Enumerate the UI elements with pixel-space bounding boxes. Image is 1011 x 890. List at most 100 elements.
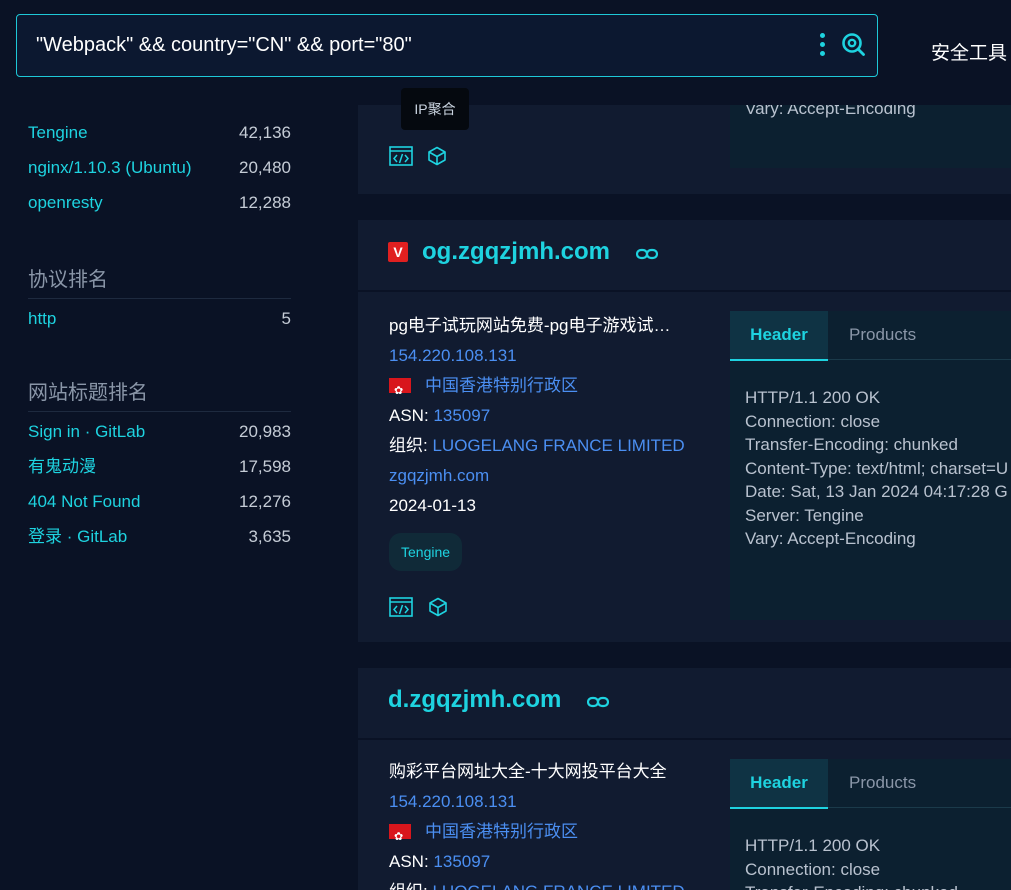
header-panel: Header Products HTTP/1.1 200 OK Connecti…	[730, 311, 1011, 620]
server-count: 42,136	[239, 123, 291, 142]
card-header: V og.zgqzjmh.com	[358, 220, 1011, 292]
header-line: Date: Sat, 13 Jan 2024 04:17:28 G	[745, 482, 1008, 501]
server-row[interactable]: nginx/1.10.3 (Ubuntu) 20,480	[28, 150, 291, 185]
org-link[interactable]: LUOGELANG FRANCE LIMITED	[432, 882, 684, 890]
server-label[interactable]: Tengine	[28, 115, 88, 150]
title-rank-title: 网站标题排名	[28, 375, 291, 412]
title-label[interactable]: 登录 · GitLab	[28, 519, 127, 554]
org-row: 组织: LUOGELANG FRANCE LIMITED	[389, 877, 685, 890]
title-row[interactable]: Sign in · GitLab 20,983	[28, 414, 291, 449]
server-count: 12,288	[239, 193, 291, 212]
region-link[interactable]: 中国香港特别行政区	[425, 822, 578, 841]
title-row[interactable]: 有鬼动漫 17,598	[28, 449, 291, 484]
title-row[interactable]: 登录 · GitLab 3,635	[28, 519, 291, 554]
result-card: V og.zgqzjmh.com pg电子试玩网站免费-pg电子游戏试… 154…	[358, 220, 1011, 642]
title-count: 17,598	[239, 457, 291, 476]
more-options-icon[interactable]	[817, 33, 827, 59]
cube-icon[interactable]	[427, 146, 447, 166]
nav-security-tools[interactable]: 安全工具	[931, 38, 1007, 65]
card-icons	[389, 591, 685, 617]
asn-label: ASN:	[389, 852, 429, 871]
org-row: 组织: LUOGELANG FRANCE LIMITED	[389, 431, 685, 461]
result-card: d.zgqzjmh.com 购彩平台网址大全-十大网投平台大全 154.220.…	[358, 668, 1011, 890]
tab-products[interactable]: Products	[849, 759, 916, 807]
asn-link[interactable]: 135097	[433, 852, 490, 871]
header-line: Server: Tengine	[745, 505, 864, 525]
http-header-text: HTTP/1.1 200 OK Connection: close Transf…	[730, 360, 1011, 551]
domain-link[interactable]: d.zgqzjmh.com	[388, 686, 561, 714]
server-label[interactable]: openresty	[28, 185, 103, 220]
search-query[interactable]: "Webpack" && country="CN" && port="80"	[36, 34, 412, 57]
top-bar: "Webpack" && country="CN" && port="80" 安…	[0, 0, 1011, 105]
link-icon[interactable]	[636, 247, 658, 261]
date: 2024-01-13	[389, 496, 476, 515]
sidebar: Tengine 42,136 nginx/1.10.3 (Ubuntu) 20,48…	[28, 96, 291, 554]
org-label: 组织:	[389, 882, 428, 890]
region-row: 中国香港特别行政区	[389, 817, 685, 847]
region-link[interactable]: 中国香港特别行政区	[425, 376, 578, 395]
title-count: 3,635	[248, 527, 291, 546]
title-row[interactable]: 404 Not Found 12,276	[28, 484, 291, 519]
org-link[interactable]: LUOGELANG FRANCE LIMITED	[432, 436, 684, 455]
header-panel: Vary: Accept-Encoding	[730, 100, 1011, 168]
card-info: 购彩平台网址大全-十大网投平台大全 154.220.108.131 中国香港特别…	[389, 757, 685, 890]
header-line: Connection: close	[745, 859, 881, 879]
link-icon[interactable]	[587, 695, 609, 709]
protocol-row[interactable]: http 5	[28, 301, 291, 336]
title-count: 12,276	[239, 492, 291, 511]
header-line: Transfer-Encoding: chunked	[745, 881, 1011, 890]
header-line: Vary: Accept-Encoding	[745, 529, 916, 548]
code-icon[interactable]	[389, 146, 413, 166]
domain-link[interactable]: og.zgqzjmh.com	[422, 238, 610, 266]
title-label[interactable]: 有鬼动漫	[28, 449, 96, 484]
code-icon[interactable]	[389, 596, 413, 617]
header-line: HTTP/1.1 200 OK	[745, 388, 881, 407]
region-row: 中国香港特别行政区	[389, 371, 685, 401]
hk-flag-icon	[389, 376, 411, 401]
http-header-text: HTTP/1.1 200 OK Connection: close Transf…	[730, 808, 1011, 890]
server-count: 20,480	[239, 158, 291, 177]
server-label[interactable]: nginx/1.10.3 (Ubuntu)	[28, 150, 192, 185]
tab-header[interactable]: Header	[730, 311, 828, 361]
header-line: Transfer-Encoding: chunked	[745, 435, 958, 454]
asn-label: ASN:	[389, 406, 429, 425]
protocol-label[interactable]: http	[28, 301, 56, 336]
asn-link[interactable]: 135097	[433, 406, 490, 425]
protocol-count: 5	[281, 309, 291, 328]
v-badge: V	[388, 242, 408, 262]
header-line: Content-Type: text/html; charset=U	[745, 458, 1009, 478]
panel-tabs: Header Products	[730, 311, 1011, 361]
ip-link[interactable]: 154.220.108.131	[389, 787, 685, 817]
site-title: pg电子试玩网站免费-pg电子游戏试…	[389, 316, 671, 335]
header-line: HTTP/1.1 200 OK	[745, 836, 881, 855]
search-icon[interactable]	[841, 32, 865, 56]
asn-row: ASN: 135097	[389, 847, 685, 877]
ip-aggregate-tooltip: IP聚合	[401, 88, 469, 130]
card-info: pg电子试玩网站免费-pg电子游戏试… 154.220.108.131 中国香港…	[389, 311, 685, 617]
card-icons	[389, 146, 457, 172]
hk-flag-icon	[389, 822, 411, 847]
tag-row: Tengine	[389, 521, 685, 571]
header-panel: Header Products HTTP/1.1 200 OK Connecti…	[730, 759, 1011, 890]
panel-tabs: Header Products	[730, 759, 1011, 809]
server-tag[interactable]: Tengine	[389, 533, 463, 571]
site-link[interactable]: zgqzjmh.com	[389, 461, 685, 491]
card-header: d.zgqzjmh.com	[358, 668, 1011, 740]
site-title: 购彩平台网址大全-十大网投平台大全	[389, 762, 667, 781]
ip-link[interactable]: 154.220.108.131	[389, 341, 685, 371]
server-row[interactable]: openresty 12,288	[28, 185, 291, 220]
org-label: 组织:	[389, 436, 428, 455]
tab-products[interactable]: Products	[849, 311, 916, 359]
title-label[interactable]: Sign in · GitLab	[28, 414, 145, 449]
cube-icon[interactable]	[428, 597, 448, 617]
server-row[interactable]: Tengine 42,136	[28, 115, 291, 150]
tab-header[interactable]: Header	[730, 759, 828, 809]
asn-row: ASN: 135097	[389, 401, 685, 431]
search-input[interactable]: "Webpack" && country="CN" && port="80"	[16, 14, 878, 77]
header-line: Connection: close	[745, 411, 881, 431]
title-label[interactable]: 404 Not Found	[28, 484, 140, 519]
title-count: 20,983	[239, 422, 291, 441]
protocol-rank-title: 协议排名	[28, 262, 291, 299]
